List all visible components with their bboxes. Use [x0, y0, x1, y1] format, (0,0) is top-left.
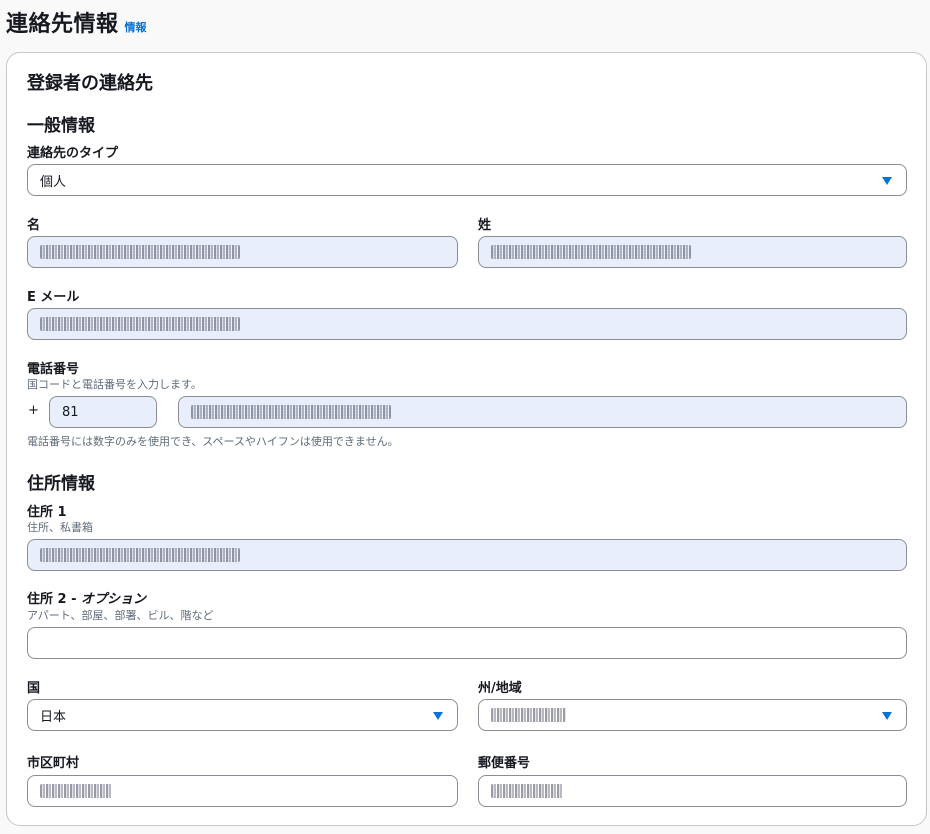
contact-type-select[interactable]: 個人: [27, 164, 907, 196]
state-select[interactable]: [478, 699, 907, 731]
redacted-value: [491, 784, 563, 798]
redacted-value: [40, 784, 112, 798]
redacted-value: [491, 245, 691, 259]
first-name-label: 名: [27, 218, 41, 233]
phone-label: 電話番号: [27, 362, 80, 377]
address2-input[interactable]: [27, 627, 907, 659]
phone-plus-sign: +: [28, 403, 39, 418]
redacted-value: [40, 317, 240, 331]
redacted-value: [40, 548, 240, 562]
registrant-contact-card: 登録者の連絡先 一般情報 連絡先のタイプ 個人 名 姓 E メール 電話番号 国…: [6, 52, 927, 826]
page-header: 連絡先情報 情報: [6, 6, 147, 38]
phone-description: 国コードと電話番号を入力します。: [27, 378, 202, 391]
email-label: E メール: [27, 290, 80, 305]
caret-down-icon: [882, 712, 892, 720]
postal-code-input[interactable]: [478, 775, 907, 807]
country-value: 日本: [40, 709, 67, 725]
country-code-value: 81: [62, 404, 79, 420]
card-title: 登録者の連絡先: [27, 73, 153, 94]
page-title: 連絡先情報: [6, 12, 119, 37]
redacted-value: [491, 708, 566, 722]
country-select[interactable]: 日本: [27, 699, 458, 731]
address1-label: 住所 1: [27, 505, 67, 520]
address-info-heading: 住所情報: [27, 474, 95, 494]
optional-tag: オプション: [81, 592, 147, 607]
address2-description: アパート、部屋、部署、ビル、階など: [27, 609, 214, 622]
info-link[interactable]: 情報: [125, 19, 147, 35]
address1-input[interactable]: [27, 539, 907, 571]
redacted-value: [40, 245, 240, 259]
address2-label: 住所 2 - オプション: [27, 588, 146, 607]
address1-description: 住所、私書箱: [27, 521, 93, 534]
phone-constraint-text: 電話番号には数字のみを使用でき、スペースやハイフンは使用できません。: [27, 435, 399, 448]
last-name-input[interactable]: [478, 236, 907, 268]
state-label: 州/地域: [478, 681, 522, 696]
contact-type-value: 個人: [40, 174, 67, 190]
phone-number-input[interactable]: [178, 396, 907, 428]
country-label: 国: [27, 681, 41, 696]
first-name-input[interactable]: [27, 236, 458, 268]
general-info-heading: 一般情報: [27, 116, 95, 136]
redacted-value: [191, 405, 391, 419]
email-input[interactable]: [27, 308, 907, 340]
country-code-input[interactable]: 81: [49, 396, 157, 428]
last-name-label: 姓: [478, 218, 492, 233]
contact-type-label: 連絡先のタイプ: [27, 146, 119, 161]
caret-down-icon: [433, 712, 443, 720]
caret-down-icon: [882, 177, 892, 185]
city-label: 市区町村: [27, 756, 80, 771]
postal-code-label: 郵便番号: [478, 756, 531, 771]
city-input[interactable]: [27, 775, 458, 807]
address2-label-text: 住所 2 -: [27, 592, 82, 607]
